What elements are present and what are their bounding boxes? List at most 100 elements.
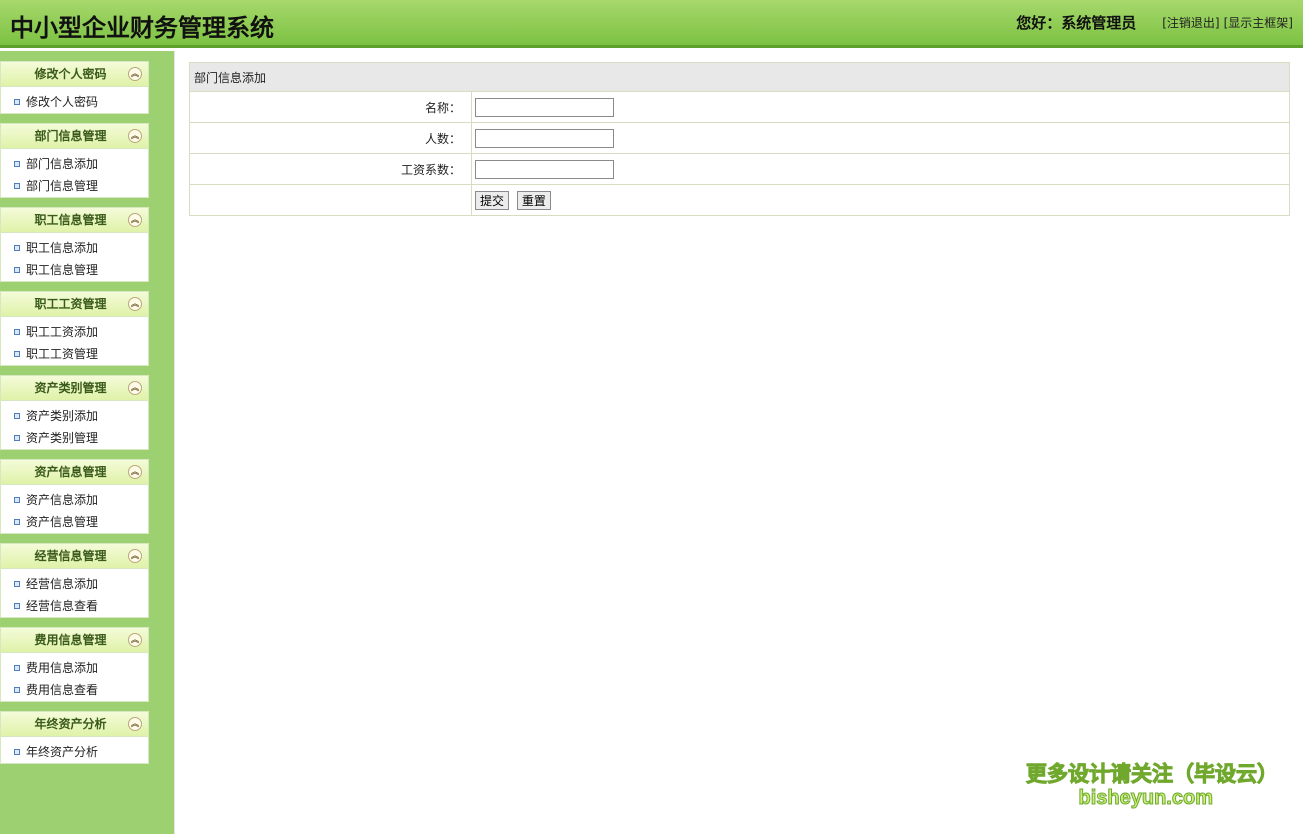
menu-group-header[interactable]: 部门信息管理 ︽ — [1, 124, 148, 149]
bullet-icon — [14, 603, 20, 609]
menu-group-title: 部门信息管理 — [34, 129, 107, 143]
menu-item-label: 资产信息添加 — [26, 493, 99, 507]
menu-group-title: 年终资产分析 — [34, 717, 107, 731]
collapse-icon[interactable]: ︽ — [128, 67, 142, 81]
logout-link[interactable]: [注销退出] — [1162, 14, 1219, 31]
field-label: 名称： — [189, 91, 472, 123]
sidebar: 修改个人密码 ︽ 修改个人密码 部门信息管理 ︽ 部门信息添加 部门信息管理 职… — [0, 51, 174, 834]
menu-group-password: 修改个人密码 ︽ 修改个人密码 — [0, 61, 149, 114]
collapse-icon[interactable]: ︽ — [128, 549, 142, 563]
menu-group-annual-analysis: 年终资产分析 ︽ 年终资产分析 — [0, 711, 149, 764]
bullet-icon — [14, 665, 20, 671]
reset-button[interactable]: 重置 — [516, 190, 551, 210]
menu-item-label: 资产类别添加 — [26, 409, 99, 423]
bullet-icon — [14, 245, 20, 251]
menu-item-label: 职工信息管理 — [26, 263, 99, 277]
menu-item-label: 经营信息查看 — [26, 599, 99, 613]
greeting-text: 您好：系统管理员 — [1016, 14, 1137, 32]
menu-group-title: 资产类别管理 — [34, 381, 107, 395]
collapse-icon[interactable]: ︽ — [128, 465, 142, 479]
menu-item[interactable]: 职工工资管理 — [1, 343, 148, 365]
menu-item[interactable]: 费用信息添加 — [1, 657, 148, 679]
menu-group-employee: 职工信息管理 ︽ 职工信息添加 职工信息管理 — [0, 207, 149, 282]
menu-group-header[interactable]: 职工信息管理 ︽ — [1, 208, 148, 233]
bullet-icon — [14, 519, 20, 525]
menu-group-header[interactable]: 费用信息管理 ︽ — [1, 628, 148, 653]
empty-cell — [189, 184, 472, 216]
menu-item[interactable]: 修改个人密码 — [1, 91, 148, 113]
menu-group-header[interactable]: 资产类别管理 ︽ — [1, 376, 148, 401]
menu-item-label: 费用信息添加 — [26, 661, 99, 675]
menu-item[interactable]: 资产类别管理 — [1, 427, 148, 449]
menu-item[interactable]: 职工工资添加 — [1, 321, 148, 343]
menu-item[interactable]: 部门信息管理 — [1, 175, 148, 197]
submit-button[interactable]: 提交 — [475, 190, 510, 210]
menu-group-title: 修改个人密码 — [34, 67, 107, 81]
menu-group-title: 经营信息管理 — [34, 549, 107, 563]
collapse-icon[interactable]: ︽ — [128, 717, 142, 731]
collapse-icon[interactable]: ︽ — [128, 129, 142, 143]
menu-group-title: 费用信息管理 — [34, 633, 107, 647]
menu-group-title: 职工工资管理 — [34, 297, 107, 311]
bullet-icon — [14, 351, 20, 357]
bullet-icon — [14, 99, 20, 105]
form-caption: 部门信息添加 — [189, 62, 1290, 92]
menu-item[interactable]: 经营信息查看 — [1, 595, 148, 617]
menu-group-header[interactable]: 年终资产分析 ︽ — [1, 712, 148, 737]
menu-item[interactable]: 资产类别添加 — [1, 405, 148, 427]
bullet-icon — [14, 687, 20, 693]
menu-group-header[interactable]: 修改个人密码 ︽ — [1, 62, 148, 87]
bullet-icon — [14, 413, 20, 419]
menu-item-label: 经营信息添加 — [26, 577, 99, 591]
main-content: 部门信息添加 名称： 人数： 工资系数： 提交 重置 — [174, 51, 1303, 834]
menu-item[interactable]: 资产信息添加 — [1, 489, 148, 511]
menu-item-label: 职工信息添加 — [26, 241, 99, 255]
app-title: 中小型企业财务管理系统 — [10, 14, 274, 42]
menu-item[interactable]: 年终资产分析 — [1, 741, 148, 763]
menu-group-asset-category: 资产类别管理 ︽ 资产类别添加 资产类别管理 — [0, 375, 149, 450]
menu-group-header[interactable]: 资产信息管理 ︽ — [1, 460, 148, 485]
menu-item[interactable]: 职工信息添加 — [1, 237, 148, 259]
name-input[interactable] — [475, 97, 614, 117]
header-bar: 中小型企业财务管理系统 您好：系统管理员 [注销退出] [显示主框架] — [0, 0, 1303, 48]
headcount-input[interactable] — [475, 128, 614, 148]
bullet-icon — [14, 435, 20, 441]
menu-item[interactable]: 经营信息添加 — [1, 573, 148, 595]
menu-group-business: 经营信息管理 ︽ 经营信息添加 经营信息查看 — [0, 543, 149, 618]
bullet-icon — [14, 581, 20, 587]
menu-group-department: 部门信息管理 ︽ 部门信息添加 部门信息管理 — [0, 123, 149, 198]
menu-item-label: 部门信息管理 — [26, 179, 99, 193]
menu-item-label: 职工工资管理 — [26, 347, 99, 361]
field-label: 人数： — [189, 122, 472, 154]
bullet-icon — [14, 267, 20, 273]
menu-item-label: 费用信息查看 — [26, 683, 99, 697]
menu-item-label: 职工工资添加 — [26, 325, 99, 339]
menu-item-label: 资产类别管理 — [26, 431, 99, 445]
menu-group-expense: 费用信息管理 ︽ 费用信息添加 费用信息查看 — [0, 627, 149, 702]
menu-group-header[interactable]: 经营信息管理 ︽ — [1, 544, 148, 569]
bullet-icon — [14, 749, 20, 755]
menu-group-asset: 资产信息管理 ︽ 资产信息添加 资产信息管理 — [0, 459, 149, 534]
show-frame-link[interactable]: [显示主框架] — [1224, 14, 1293, 31]
menu-item[interactable]: 费用信息查看 — [1, 679, 148, 701]
menu-item[interactable]: 职工信息管理 — [1, 259, 148, 281]
watermark-line2: bisheyun.com — [1078, 787, 1213, 810]
menu-item[interactable]: 部门信息添加 — [1, 153, 148, 175]
menu-item[interactable]: 资产信息管理 — [1, 511, 148, 533]
menu-item-label: 年终资产分析 — [26, 745, 99, 759]
bullet-icon — [14, 183, 20, 189]
salary-coefficient-input[interactable] — [475, 159, 614, 179]
menu-item-label: 资产信息管理 — [26, 515, 99, 529]
bullet-icon — [14, 497, 20, 503]
menu-group-title: 资产信息管理 — [34, 465, 107, 479]
watermark-line1: 更多设计请关注（毕设云） — [1026, 762, 1279, 787]
menu-group-header[interactable]: 职工工资管理 ︽ — [1, 292, 148, 317]
collapse-icon[interactable]: ︽ — [128, 633, 142, 647]
collapse-icon[interactable]: ︽ — [128, 297, 142, 311]
menu-item-label: 部门信息添加 — [26, 157, 99, 171]
collapse-icon[interactable]: ︽ — [128, 381, 142, 395]
collapse-icon[interactable]: ︽ — [128, 213, 142, 227]
bullet-icon — [14, 329, 20, 335]
menu-group-salary: 职工工资管理 ︽ 职工工资添加 职工工资管理 — [0, 291, 149, 366]
bullet-icon — [14, 161, 20, 167]
